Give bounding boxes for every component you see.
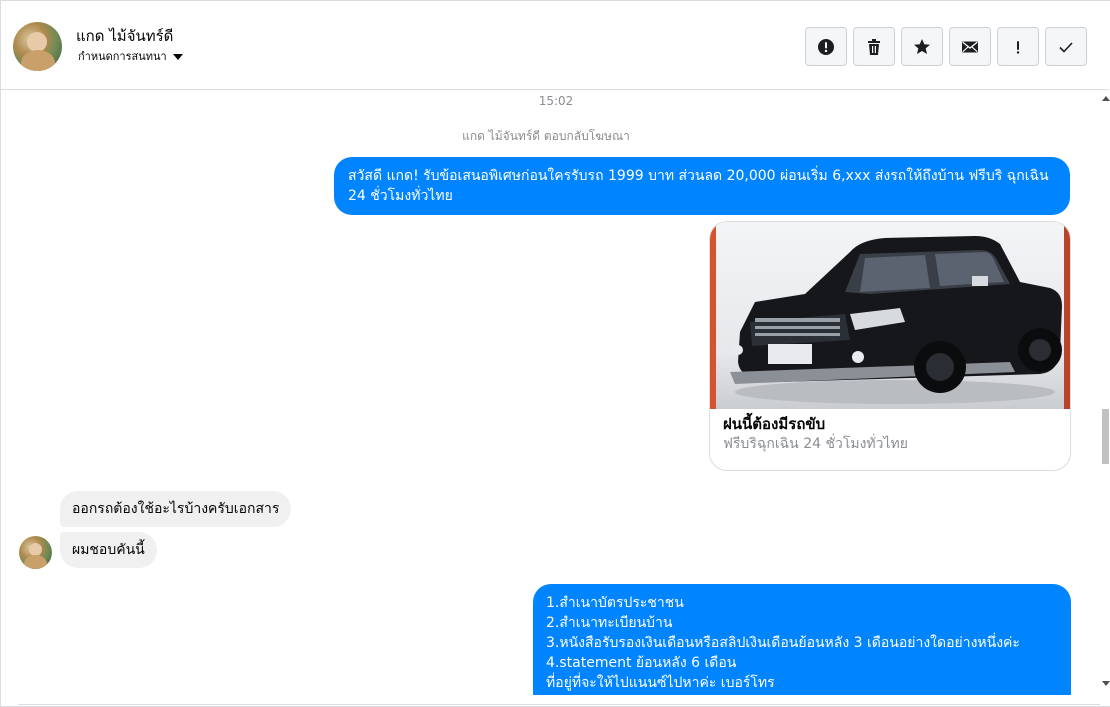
delete-button[interactable] — [853, 27, 895, 66]
message-timestamp: 15:02 — [538, 94, 574, 108]
list-item: 3.หนังสือรับรองเงินเดือนหรือสลิปเงินเดือ… — [546, 635, 1020, 651]
image-edge-left — [710, 222, 716, 409]
alert-circle-icon — [818, 38, 834, 55]
list-item: 4.statement ย้อนหลัง 6 เดือน — [546, 655, 737, 671]
thread-scrollbar[interactable] — [1100, 91, 1110, 695]
message-thread[interactable]: 15:02 แกด ไม้จันทร์ดี ตอบกลับโฆษณา สวัสด… — [1, 91, 1100, 695]
conversation-settings-label: กำหนดการสนทนา — [78, 50, 167, 63]
star-button[interactable] — [901, 27, 943, 66]
star-icon — [914, 38, 930, 54]
envelope-icon — [962, 41, 978, 52]
conversation-header: แกด ไม้จันทร์ดี กำหนดการสนทนา — [1, 1, 1109, 90]
scroll-up-arrow-icon[interactable] — [1102, 96, 1110, 101]
outgoing-message-promo[interactable]: สวัสดี แกด! รับข้อเสนอพิเศษก่อนใครรับรถ … — [334, 157, 1070, 215]
exclamation-icon — [1016, 40, 1020, 54]
mark-unread-button[interactable] — [949, 27, 991, 66]
conversation-toolbar — [805, 27, 1087, 66]
pickup-truck-illustration — [730, 236, 1062, 404]
list-item: 1.สำเนาบัตรประชาชน — [546, 595, 684, 611]
caret-down-icon — [172, 53, 183, 60]
ad-car-image[interactable] — [710, 222, 1070, 409]
ad-reply-notice: แกด ไม้จันทร์ดี ตอบกลับโฆษณา — [462, 129, 630, 143]
contact-name[interactable]: แกด ไม้จันทร์ดี — [76, 24, 173, 48]
image-edge-right — [1064, 222, 1070, 409]
scrollbar-thumb[interactable] — [1102, 409, 1109, 464]
incoming-message-like-car[interactable]: ผมชอบคันนี้ — [60, 532, 157, 568]
flag-important-button[interactable] — [997, 27, 1039, 66]
ad-card[interactable]: ฝนนี้ต้องมีรถขับ ฟรีบริฉุกเฉิน 24 ชั่วโม… — [709, 221, 1071, 471]
scroll-down-arrow-icon[interactable] — [1102, 681, 1110, 686]
list-item: 2.สำเนาทะเบียนบ้าน — [546, 615, 673, 631]
report-button[interactable] — [805, 27, 847, 66]
trash-icon — [868, 38, 880, 55]
ad-card-subtitle: ฟรีบริฉุกเฉิน 24 ชั่วโมงทั่วไทย — [723, 436, 908, 452]
sender-avatar[interactable] — [19, 536, 52, 569]
conversation-settings-dropdown[interactable]: กำหนดการสนทนา — [78, 47, 183, 65]
mark-done-button[interactable] — [1045, 27, 1087, 66]
list-item: ที่อยู่ที่จะให้ไปแนนซ์ไปหาค่ะ เบอร์โทร — [546, 675, 775, 691]
checkmark-icon — [1059, 41, 1073, 53]
avatar[interactable] — [13, 22, 62, 71]
incoming-message-documents-question[interactable]: ออกรถต้องใช้อะไรบ้างครับเอกสาร — [60, 491, 292, 527]
composer-divider — [18, 704, 1100, 705]
outgoing-message-document-list[interactable]: 1.สำเนาบัตรประชาชน 2.สำเนาทะเบียนบ้าน 3.… — [533, 584, 1071, 695]
